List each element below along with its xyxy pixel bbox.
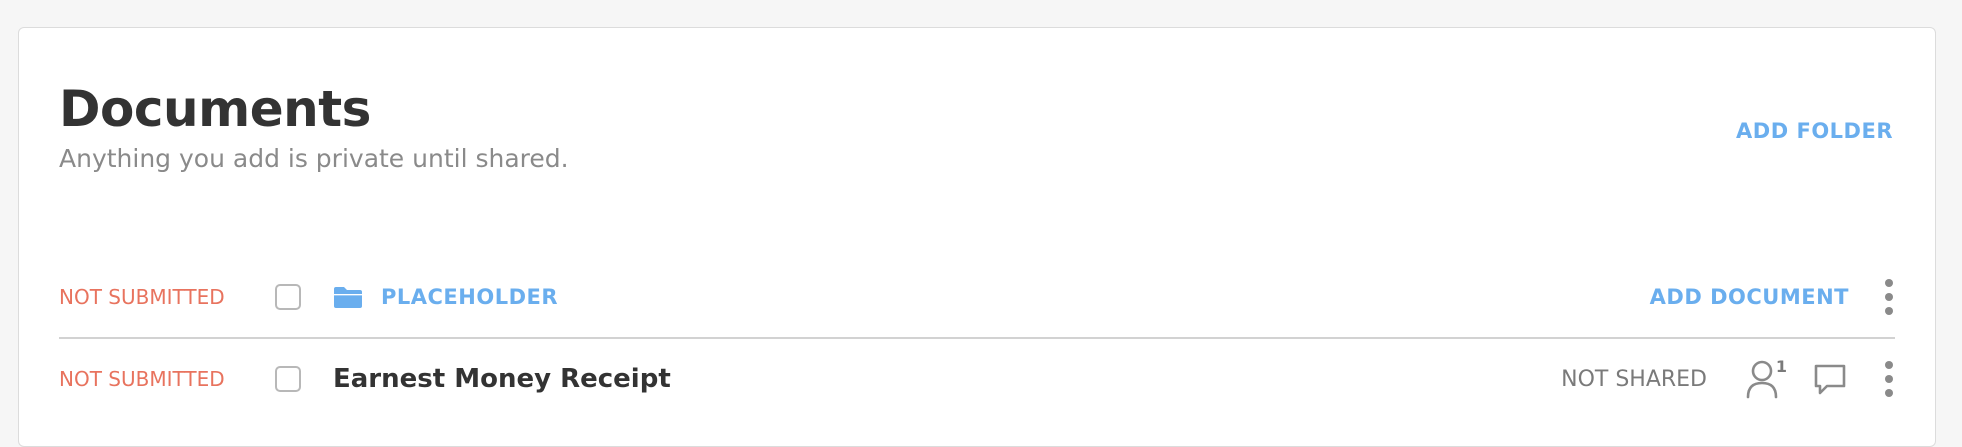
comment-icon[interactable] [1813, 362, 1847, 396]
document-row[interactable]: NOT SUBMITTED Earnest Money Receipt NOT … [59, 339, 1895, 419]
participant-count: 1 [1775, 357, 1787, 376]
user-icon[interactable]: 1 [1745, 357, 1787, 399]
share-status: NOT SHARED [1561, 366, 1707, 392]
more-icon[interactable] [1883, 279, 1895, 315]
more-icon[interactable] [1883, 361, 1895, 397]
row-checkbox[interactable] [275, 284, 301, 310]
document-name-link[interactable]: Earnest Money Receipt [333, 364, 671, 394]
folder-icon [333, 285, 363, 309]
status-badge: NOT SUBMITTED [59, 367, 225, 391]
add-document-button[interactable]: ADD DOCUMENT [1650, 285, 1849, 309]
folder-name-link[interactable]: PLACEHOLDER [381, 285, 558, 309]
add-folder-button[interactable]: ADD FOLDER [1736, 119, 1893, 143]
page-title: Documents [59, 80, 371, 138]
status-badge: NOT SUBMITTED [59, 285, 225, 309]
documents-card: Documents Anything you add is private un… [18, 27, 1936, 447]
folder-row[interactable]: NOT SUBMITTED PLACEHOLDER ADD DOCUMENT [59, 257, 1895, 339]
row-checkbox[interactable] [275, 366, 301, 392]
page-subtitle: Anything you add is private until shared… [59, 144, 569, 173]
